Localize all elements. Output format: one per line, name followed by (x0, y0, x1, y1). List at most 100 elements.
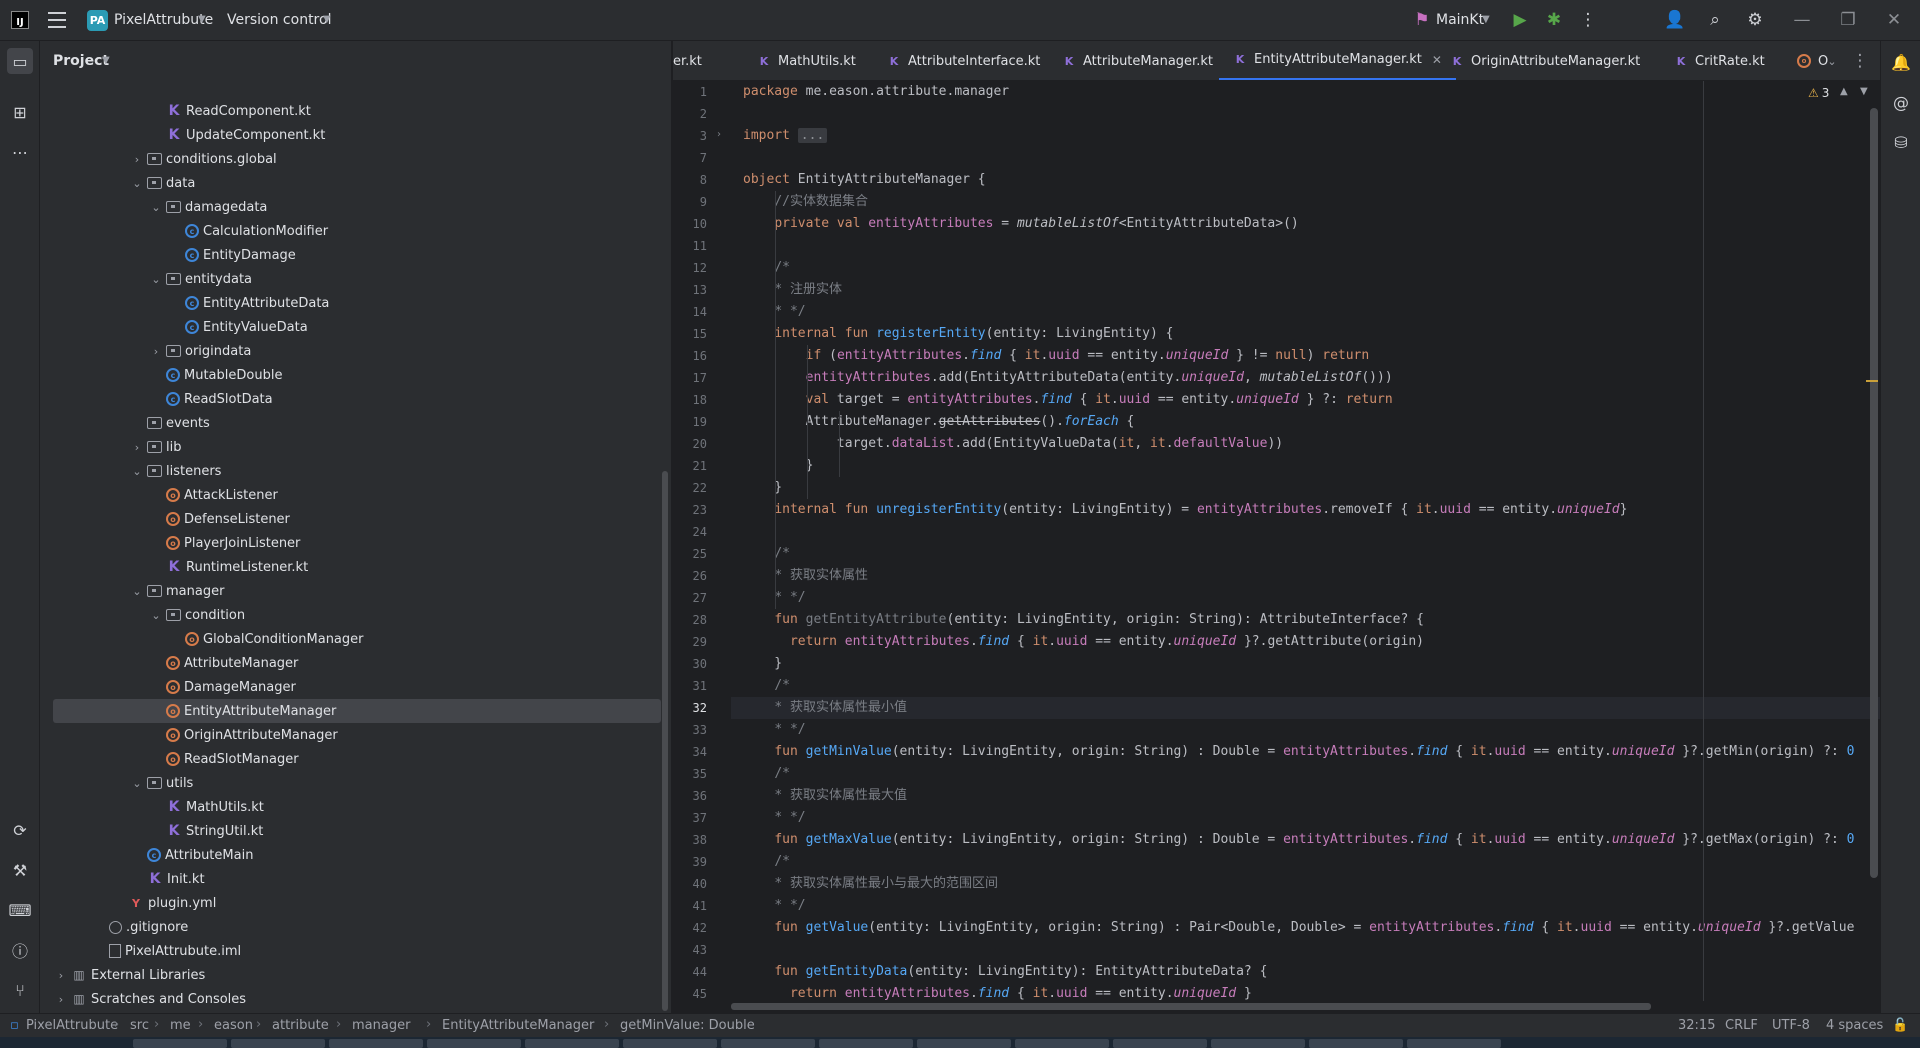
line-number[interactable]: 41 (667, 895, 707, 917)
line-number[interactable]: 1 (667, 81, 707, 103)
code-line[interactable]: * */ (743, 895, 805, 917)
code-line[interactable]: return entityAttributes.find { it.uuid =… (743, 983, 1252, 1001)
line-number[interactable]: 40 (667, 873, 707, 895)
code-line[interactable]: import ... (743, 125, 828, 147)
chevron-down-icon[interactable]: ⌄ (148, 609, 164, 622)
tree-item[interactable]: › conditions.global (53, 147, 661, 171)
chevron-down-icon[interactable]: ▼ (1482, 14, 1490, 25)
services-tool-icon[interactable]: ⟳ (7, 817, 33, 843)
line-number[interactable]: 19 (667, 411, 707, 433)
taskbar-app[interactable] (427, 1039, 521, 1048)
editor-tab[interactable]: K MathUtils.kt (743, 41, 870, 80)
code-line[interactable]: entityAttributes.add(EntityAttributeData… (743, 367, 1393, 389)
line-number[interactable]: 17 (667, 367, 707, 389)
next-highlight-icon[interactable]: ▼ (1860, 86, 1868, 97)
debug-icon[interactable]: ✱ (1542, 8, 1566, 32)
tree-item[interactable]: c EntityDamage (53, 243, 661, 267)
code-line[interactable]: internal fun registerEntity(entity: Livi… (743, 323, 1173, 345)
code-line[interactable]: /* (743, 543, 790, 565)
tree-item[interactable]: K Init.kt (53, 867, 661, 891)
tree-item[interactable]: PixelAttrubute.iml (53, 939, 661, 963)
code-line[interactable]: AttributeManager.getAttributes().forEach… (743, 411, 1135, 433)
editor-tab[interactable]: K AttributeInterface.kt (873, 41, 1054, 80)
line-number[interactable]: 16 (667, 345, 707, 367)
code-line[interactable]: * */ (743, 719, 805, 741)
taskbar-app[interactable] (1015, 1039, 1109, 1048)
line-number[interactable]: 8 (667, 169, 707, 191)
code-line[interactable]: /* (743, 675, 790, 697)
code-line[interactable]: * */ (743, 807, 805, 829)
main-menu-icon[interactable] (48, 12, 66, 28)
breadcrumb-item[interactable]: manager (352, 1018, 410, 1033)
line-number[interactable]: 27 (667, 587, 707, 609)
tabs-more-icon[interactable]: ⋮ (1848, 49, 1872, 73)
chevron-down-icon[interactable]: ⌄ (148, 201, 164, 214)
taskbar-app[interactable] (819, 1039, 913, 1048)
line-number[interactable]: 36 (667, 785, 707, 807)
code-editor[interactable]: package me.eason.attribute.manager import… (731, 81, 1880, 1001)
tree-item[interactable]: o GlobalConditionManager (53, 627, 661, 651)
line-number[interactable]: 39 (667, 851, 707, 873)
taskbar-app[interactable] (1211, 1039, 1305, 1048)
tree-item[interactable]: o DefenseListener (53, 507, 661, 531)
search-icon[interactable]: ⌕ (1703, 8, 1727, 32)
code-line[interactable]: fun getMaxValue(entity: LivingEntity, or… (743, 829, 1854, 851)
more-tools-icon[interactable]: ⋯ (7, 139, 33, 165)
file-encoding[interactable]: UTF-8 (1772, 1018, 1810, 1033)
breadcrumb-item[interactable]: EntityAttributeManager (442, 1018, 594, 1033)
chevron-down-icon[interactable]: ▼ (323, 14, 331, 25)
line-number[interactable]: 23 (667, 499, 707, 521)
editor-tab[interactable]: K AttributeManager.kt (1048, 41, 1227, 80)
tree-item[interactable]: c EntityAttributeData (53, 291, 661, 315)
tree-item[interactable]: K RuntimeListener.kt (53, 555, 661, 579)
code-line[interactable]: val target = entityAttributes.find { it.… (743, 389, 1393, 411)
problems-tool-icon[interactable]: ⓘ (7, 937, 33, 963)
code-line[interactable]: * 获取实体属性最小值 (743, 697, 907, 719)
tree-item[interactable]: c ReadSlotData (53, 387, 661, 411)
line-number[interactable]: 24 (667, 521, 707, 543)
code-line[interactable]: /* (743, 257, 790, 279)
code-line[interactable]: /* (743, 851, 790, 873)
minimize-icon[interactable]: — (1790, 8, 1814, 32)
editor-horizontal-scrollbar[interactable] (731, 1003, 1651, 1010)
settings-gear-icon[interactable]: ⚙ (1743, 8, 1767, 32)
line-number[interactable]: 14 (667, 301, 707, 323)
code-line[interactable]: if (entityAttributes.find { it.uuid == e… (743, 345, 1370, 367)
tree-item[interactable]: o EntityAttributeManager (53, 699, 661, 723)
tabs-dropdown-icon[interactable]: ⌄ (1820, 49, 1844, 73)
line-number[interactable]: 10 (667, 213, 707, 235)
line-number[interactable]: 3 (667, 125, 707, 147)
editor-vertical-scrollbar[interactable] (1870, 108, 1878, 878)
editor-tab[interactable]: K CritRate.kt (1660, 41, 1779, 80)
line-number[interactable]: 31 (667, 675, 707, 697)
line-number[interactable]: 21 (667, 455, 707, 477)
line-number[interactable]: 15 (667, 323, 707, 345)
code-line[interactable]: fun getValue(entity: LivingEntity, origi… (743, 917, 1854, 939)
tree-item[interactable]: ⌄ listeners (53, 459, 661, 483)
tree-item[interactable]: .gitignore (53, 915, 661, 939)
code-line[interactable]: * 获取实体属性最小与最大的范围区间 (743, 873, 998, 895)
line-number[interactable]: 35 (667, 763, 707, 785)
tree-item[interactable]: ⌄ damagedata (53, 195, 661, 219)
ai-assistant-icon[interactable]: @ (1888, 89, 1914, 115)
line-separator[interactable]: CRLF (1725, 1018, 1758, 1033)
taskbar-app[interactable] (917, 1039, 1011, 1048)
project-tool-icon[interactable]: ▭ (7, 48, 33, 74)
project-panel-title[interactable]: Project (53, 53, 109, 69)
line-number[interactable]: 2 (667, 103, 707, 125)
tree-item[interactable]: c EntityValueData (53, 315, 661, 339)
line-number[interactable]: 26 (667, 565, 707, 587)
warnings-indicator[interactable]: ⚠ 3 (1808, 86, 1829, 100)
build-tool-icon[interactable]: ⚒ (7, 857, 33, 883)
line-number[interactable]: 34 (667, 741, 707, 763)
code-line[interactable]: private val entityAttributes = mutableLi… (743, 213, 1298, 235)
chevron-right-icon[interactable]: › (129, 441, 145, 454)
line-number[interactable]: 22 (667, 477, 707, 499)
chevron-down-icon[interactable]: ▼ (198, 14, 206, 25)
editor-tab[interactable]: K EntityAttributeManager.kt ✕ (1219, 41, 1456, 80)
line-number[interactable]: 29 (667, 631, 707, 653)
line-number[interactable]: 32 (667, 697, 707, 719)
chevron-down-icon[interactable]: ⌄ (129, 585, 145, 598)
breadcrumb-item[interactable]: getMinValue: Double (620, 1018, 755, 1033)
tree-item[interactable]: K StringUtil.kt (53, 819, 661, 843)
